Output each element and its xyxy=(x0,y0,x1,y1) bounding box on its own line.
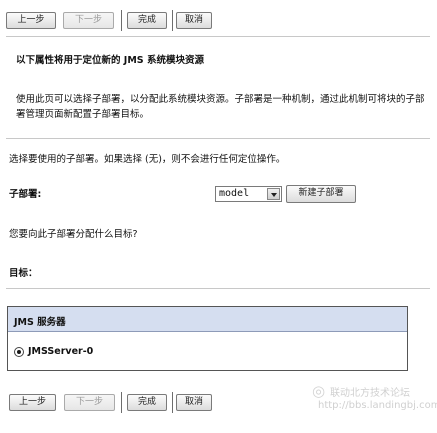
column-header-jms-server: JMS 服务器 xyxy=(14,317,66,328)
back-button-bottom[interactable]: 上一步 xyxy=(9,394,56,411)
toolbar-separator xyxy=(121,10,122,31)
instruction-text: 选择要使用的子部署。如果选择 (无)，则不会进行任何定位操作。 xyxy=(9,154,286,165)
targets-table: JMS 服务器 JMSServer-0 xyxy=(7,306,408,371)
targets-label: 目标： xyxy=(9,268,38,279)
back-button[interactable]: 上一步 xyxy=(6,12,56,29)
toolbar-separator xyxy=(172,10,173,31)
toolbar-separator xyxy=(121,392,122,413)
watermark-line1: 联动北方技术论坛 xyxy=(330,388,410,399)
target-question: 您要向此子部署分配什么目标? xyxy=(9,229,138,240)
subdeployment-select[interactable]: model xyxy=(215,186,282,202)
toolbar-separator xyxy=(172,392,173,413)
finish-button[interactable]: 完成 xyxy=(127,12,167,29)
next-button[interactable]: 下一步 xyxy=(63,12,114,29)
watermark-logo-icon: ◎ xyxy=(312,382,326,400)
divider xyxy=(6,138,430,139)
cancel-button[interactable]: 取消 xyxy=(176,12,212,29)
table-row[interactable]: JMSServer-0 xyxy=(8,332,407,370)
table-header: JMS 服务器 xyxy=(8,307,407,332)
watermark-line2: http://bbs.landingbj.com xyxy=(318,400,437,411)
chevron-down-icon[interactable] xyxy=(267,188,280,200)
page-description: 使用此页可以选择子部署，以分配此系统模块资源。子部署是一种机制，通过此机制可将块… xyxy=(16,94,425,120)
new-subdeployment-button[interactable]: 新建子部署 xyxy=(286,185,356,203)
divider xyxy=(6,36,430,37)
subdeployment-value: model xyxy=(219,188,250,199)
page-title: 以下属性将用于定位新的 JMS 系统模块资源 xyxy=(16,55,204,66)
finish-button-bottom[interactable]: 完成 xyxy=(127,394,167,411)
target-label: JMSServer-0 xyxy=(28,346,94,357)
next-button-bottom[interactable]: 下一步 xyxy=(64,394,115,411)
target-radio-button[interactable] xyxy=(14,347,24,357)
cancel-button-bottom[interactable]: 取消 xyxy=(176,394,212,411)
divider xyxy=(6,288,430,289)
subdeployment-label: 子部署: xyxy=(9,189,42,200)
